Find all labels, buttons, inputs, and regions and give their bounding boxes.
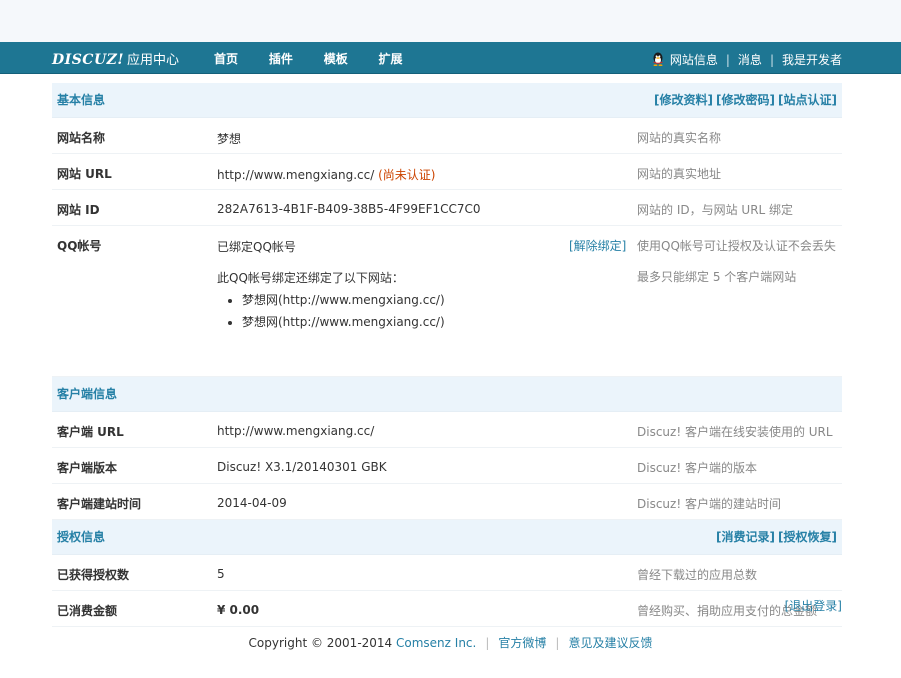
section-license-info: 授权信息 [消费记录] [授权恢复] xyxy=(52,520,842,555)
row-label: 客户端版本 xyxy=(57,461,118,475)
row-value: 282A7613-4B1F-B409-38B5-4F99EF1CC7C0 xyxy=(217,202,481,216)
row-desc: 网站的真实地址 xyxy=(637,167,722,181)
qq-bound-sites: 梦想网(http://www.mengxiang.cc/) 梦想网(http:/… xyxy=(217,286,445,330)
feedback-link[interactable]: 意见及建议反馈 xyxy=(568,636,652,650)
company-link[interactable]: Comsenz Inc. xyxy=(396,636,476,650)
row-label: 客户端 URL xyxy=(57,425,124,439)
section-title: 授权信息 xyxy=(57,530,106,544)
row-desc: 网站的真实名称 xyxy=(637,131,722,145)
row-value: 梦想 xyxy=(217,132,242,146)
site-info-link[interactable]: 网站信息 xyxy=(670,53,718,67)
section-basic-info: 基本信息 [修改资料] [修改密码] [站点认证] xyxy=(52,83,842,118)
license-restore-link[interactable]: [授权恢复] xyxy=(778,530,837,544)
row-qq-account: QQ帐号 已绑定QQ帐号 [解除绑定] 使用QQ帐号可让授权及认证不会丢失 此Q… xyxy=(52,226,842,377)
list-item: 梦想网(http://www.mengxiang.cc/) xyxy=(242,293,445,308)
row-value: ¥ 0.00 xyxy=(217,603,260,617)
row-label: 客户端建站时间 xyxy=(57,497,142,511)
messages-link[interactable]: 消息 xyxy=(738,53,762,67)
nav-item-extensions[interactable]: 扩展 xyxy=(379,50,403,67)
unbind-qq-link[interactable]: [解除绑定] xyxy=(569,237,626,254)
row-site-name: 网站名称 梦想 网站的真实名称 xyxy=(52,118,842,154)
row-value: Discuz! X3.1/20140301 GBK xyxy=(217,460,387,474)
divider: | xyxy=(725,53,730,67)
section-links: [修改资料] [修改密码] [站点认证] xyxy=(651,83,837,117)
row-desc: Discuz! 客户端的版本 xyxy=(637,461,757,475)
divider: | xyxy=(485,636,490,650)
brand[interactable]: DISCUZ! 应用中心 xyxy=(52,49,180,68)
row-client-version: 客户端版本 Discuz! X3.1/20140301 GBK Discuz! … xyxy=(52,448,842,484)
brand-subtitle: 应用中心 xyxy=(127,53,180,68)
row-license-count: 已获得授权数 5 曾经下载过的应用总数 xyxy=(52,555,842,591)
row-desc: Discuz! 客户端的建站时间 xyxy=(637,497,781,511)
row-label: 网站 URL xyxy=(57,167,112,181)
row-label: QQ帐号 xyxy=(57,239,102,253)
unverified-status: (尚未认证) xyxy=(378,168,436,182)
weibo-link[interactable]: 官方微博 xyxy=(498,636,546,650)
row-desc: Discuz! 客户端在线安装使用的 URL xyxy=(637,425,833,439)
row-label: 网站 ID xyxy=(57,203,100,217)
main-nav: 首页 插件 模板 扩展 xyxy=(214,50,430,67)
purchase-records-link[interactable]: [消费记录] xyxy=(716,530,775,544)
row-site-url: 网站 URL http://www.mengxiang.cc/ (尚未认证) 网… xyxy=(52,154,842,190)
nav-item-plugins[interactable]: 插件 xyxy=(269,50,293,67)
main-content: 基本信息 [修改资料] [修改密码] [站点认证] 网站名称 梦想 网站的真实名称 … xyxy=(52,83,842,627)
row-value: http://www.mengxiang.cc/ (尚未认证) xyxy=(217,166,435,183)
qq-penguin-icon xyxy=(653,52,663,66)
row-label: 已消费金额 xyxy=(57,604,118,618)
row-client-url: 客户端 URL http://www.mengxiang.cc/ Discuz!… xyxy=(52,412,842,448)
divider: | xyxy=(769,53,774,67)
row-desc: 使用QQ帐号可让授权及认证不会丢失 xyxy=(637,239,836,253)
copyright-text: Copyright © 2001-2014 xyxy=(248,636,393,650)
section-client-info: 客户端信息 xyxy=(52,377,842,412)
row-client-created: 客户端建站时间 2014-04-09 Discuz! 客户端的建站时间 xyxy=(52,484,842,520)
row-value: http://www.mengxiang.cc/ xyxy=(217,424,375,438)
section-links: [消费记录] [授权恢复] xyxy=(713,520,837,554)
nav-item-home[interactable]: 首页 xyxy=(214,50,238,67)
developer-link[interactable]: 我是开发者 xyxy=(782,53,842,67)
top-strip xyxy=(0,0,901,43)
site-verify-link[interactable]: [站点认证] xyxy=(778,93,837,107)
row-desc: 网站的 ID，与网站 URL 绑定 xyxy=(637,203,794,217)
footer: Copyright © 2001-2014 Comsenz Inc. | 官方微博 |… xyxy=(0,634,901,651)
row-amount-spent: 已消费金额 ¥ 0.00 曾经购买、捐助应用支付的总金额 xyxy=(52,591,842,627)
top-navbar: DISCUZ! 应用中心 首页 插件 模板 扩展 网站信息 | 消息 | 我是开发者 xyxy=(0,42,901,74)
row-site-id: 网站 ID 282A7613-4B1F-B409-38B5-4F99EF1CC7… xyxy=(52,190,842,226)
row-value: 已绑定QQ帐号 xyxy=(217,240,296,254)
section-title: 客户端信息 xyxy=(57,387,118,401)
qq-bound-note: 此QQ帐号绑定还绑定了以下网站： xyxy=(217,271,404,285)
site-url-value: http://www.mengxiang.cc/ xyxy=(217,168,375,182)
list-item: 梦想网(http://www.mengxiang.cc/) xyxy=(242,315,445,330)
row-value: 2014-04-09 xyxy=(217,496,287,510)
discuz-logo: DISCUZ! xyxy=(52,52,125,68)
logout-link[interactable]: [退出登录] xyxy=(785,597,842,614)
row-label: 网站名称 xyxy=(57,131,106,145)
row-value: 5 xyxy=(217,567,225,581)
row-desc: 曾经下载过的应用总数 xyxy=(637,568,758,582)
row-desc: 最多只能绑定 5 个客户端网站 xyxy=(637,270,797,284)
nav-item-templates[interactable]: 模板 xyxy=(324,50,348,67)
row-label: 已获得授权数 xyxy=(57,568,130,582)
change-password-link[interactable]: [修改密码] xyxy=(716,93,775,107)
edit-profile-link[interactable]: [修改资料] xyxy=(654,93,713,107)
user-nav: 网站信息 | 消息 | 我是开发者 xyxy=(652,51,842,68)
divider: | xyxy=(555,636,560,650)
section-title: 基本信息 xyxy=(57,93,106,107)
